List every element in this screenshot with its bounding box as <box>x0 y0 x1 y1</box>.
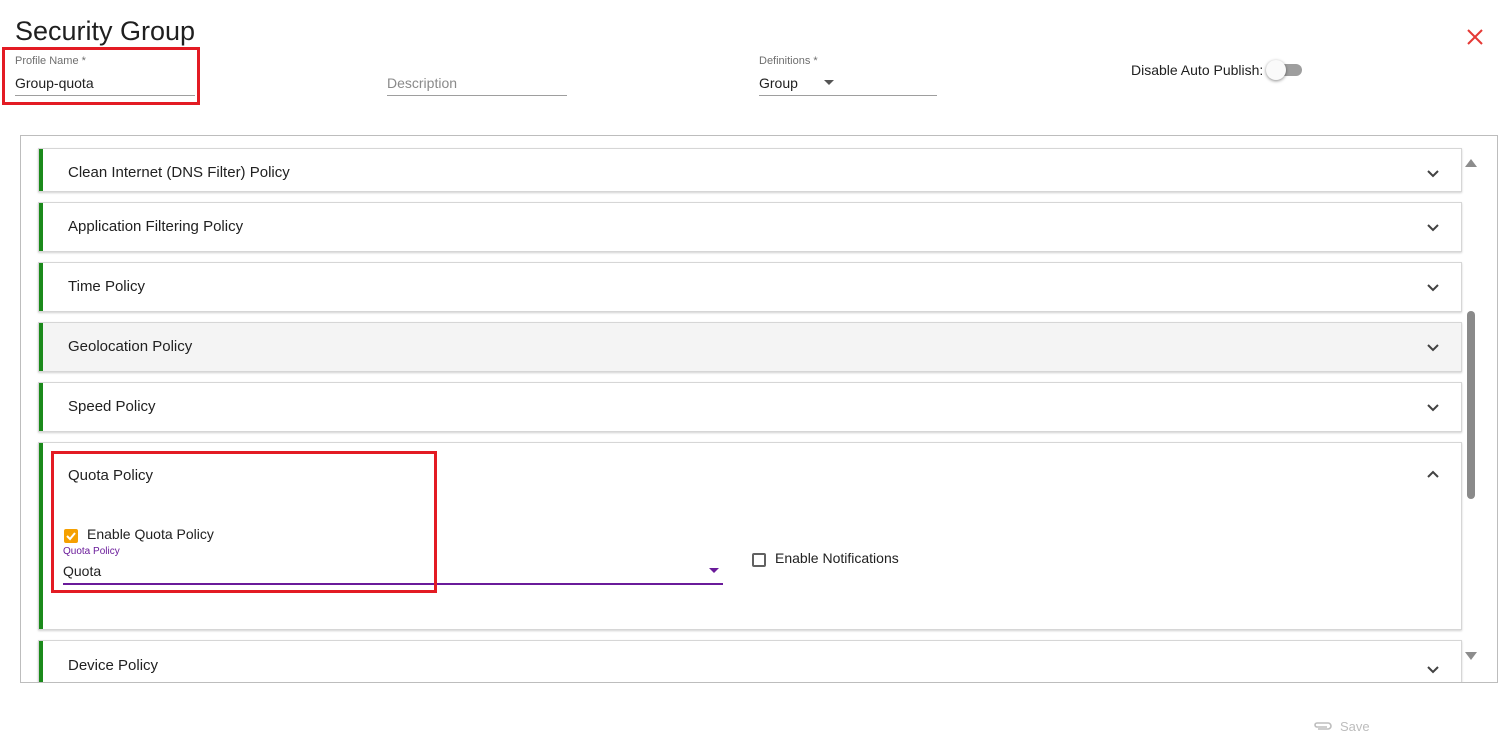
chevron-down-icon[interactable] <box>1426 663 1440 677</box>
accordion-status-bar <box>39 203 43 251</box>
enable-quota-label[interactable]: Enable Quota Policy <box>87 526 214 542</box>
policies-panel: Clean Internet (DNS Filter) Policy Appli… <box>20 135 1498 683</box>
accordion-geolocation-policy[interactable]: Geolocation Policy <box>38 322 1462 372</box>
accordion-status-bar <box>39 263 43 311</box>
accordion-status-bar <box>39 641 43 682</box>
accordion-status-bar <box>39 383 43 431</box>
chevron-down-icon[interactable] <box>1426 281 1440 295</box>
accordion-label: Device Policy <box>68 657 159 674</box>
accordion-label: Quota Policy <box>68 467 154 484</box>
chevron-down-icon[interactable] <box>1426 401 1440 415</box>
toggle-knob[interactable] <box>1266 60 1286 80</box>
scrollbar-thumb[interactable] <box>1467 311 1475 499</box>
description-field[interactable]: Description <box>387 55 567 96</box>
accordion-clean-internet-policy[interactable]: Clean Internet (DNS Filter) Policy <box>38 148 1462 192</box>
auto-publish-label: Disable Auto Publish: <box>1131 62 1264 78</box>
accordion-label: Speed Policy <box>68 398 156 415</box>
scroll-down-arrow-icon[interactable] <box>1465 652 1477 660</box>
accordion-status-bar <box>39 149 43 191</box>
accordion-label: Time Policy <box>68 278 145 295</box>
accordion-status-bar <box>39 443 43 629</box>
auto-publish-toggle[interactable] <box>1266 60 1302 80</box>
accordion-label: Geolocation Policy <box>68 338 193 355</box>
close-icon[interactable] <box>1464 26 1486 48</box>
enable-notifications-label[interactable]: Enable Notifications <box>775 550 899 566</box>
accordion-status-bar <box>39 323 43 371</box>
profile-name-input[interactable]: Group-quota <box>15 75 94 91</box>
accordion-device-policy[interactable]: Device Policy <box>38 640 1462 682</box>
checkmark-icon <box>66 532 76 541</box>
definitions-value[interactable]: Group <box>759 75 798 91</box>
definitions-select[interactable]: Definitions * Group <box>759 55 937 96</box>
enable-quota-checkbox[interactable] <box>64 529 78 543</box>
description-underline <box>387 95 567 96</box>
profile-name-underline <box>15 95 195 96</box>
accordion-speed-policy[interactable]: Speed Policy <box>38 382 1462 432</box>
chevron-up-icon[interactable] <box>1426 467 1440 481</box>
scrollbar[interactable] <box>1464 152 1477 668</box>
chevron-down-icon[interactable] <box>1426 341 1440 355</box>
accordion-time-policy[interactable]: Time Policy <box>38 262 1462 312</box>
accordion-application-filtering-policy[interactable]: Application Filtering Policy <box>38 202 1462 252</box>
paperclip-icon <box>1314 722 1332 730</box>
scroll-up-arrow-icon[interactable] <box>1465 159 1477 167</box>
profile-name-field[interactable]: Profile Name * Group-quota <box>15 55 195 96</box>
profile-name-label: Profile Name * <box>15 55 86 67</box>
save-button[interactable]: Save <box>1312 717 1370 735</box>
save-label[interactable]: Save <box>1340 719 1370 734</box>
definitions-underline <box>759 95 937 96</box>
chevron-down-icon[interactable] <box>1426 167 1440 181</box>
chevron-down-icon[interactable] <box>824 80 834 85</box>
chevron-down-icon[interactable] <box>1426 221 1440 235</box>
accordion-label: Application Filtering Policy <box>68 218 244 235</box>
dialog-title: Security Group <box>15 16 196 46</box>
accordion-quota-policy[interactable]: Quota Policy Enable Quota Policy Quota P… <box>38 442 1462 630</box>
quota-policy-select-value[interactable]: Quota <box>63 563 101 579</box>
enable-notifications-checkbox[interactable] <box>752 553 766 567</box>
close-button[interactable] <box>1464 26 1486 48</box>
chevron-down-icon[interactable] <box>709 568 719 573</box>
definitions-label: Definitions * <box>759 55 818 67</box>
accordion-label: Clean Internet (DNS Filter) Policy <box>68 164 290 181</box>
description-input[interactable]: Description <box>387 75 457 91</box>
quota-policy-underline <box>63 583 723 585</box>
quota-policy-select-label: Quota Policy <box>63 546 120 557</box>
quota-policy-select[interactable]: Quota Policy Quota <box>63 546 723 587</box>
